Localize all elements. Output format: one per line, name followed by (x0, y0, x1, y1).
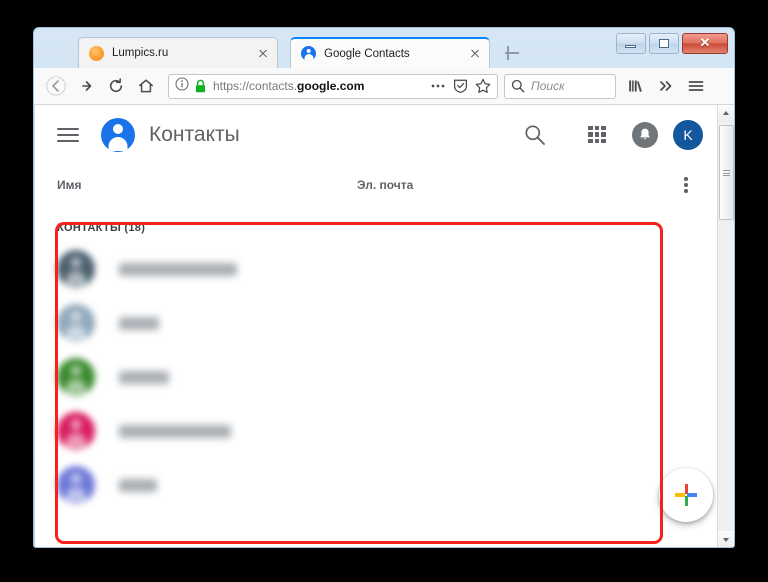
avatar (57, 304, 95, 342)
page-scrollbar[interactable] (717, 105, 734, 547)
column-header-email[interactable]: Эл. почта (357, 178, 677, 192)
avatar (57, 412, 95, 450)
url-bar[interactable]: https://contacts.google.com (168, 73, 498, 99)
browser-menu-button[interactable] (682, 72, 710, 100)
app-header: Контакты K (35, 105, 717, 164)
apps-grid-icon[interactable] (579, 117, 615, 153)
star-icon[interactable] (475, 78, 491, 94)
column-header-name[interactable]: Имя (57, 178, 357, 192)
browser-window: Lumpics.ru Google Contacts ✕ https://con… (33, 27, 735, 548)
contacts-person-icon (101, 117, 135, 152)
contact-list[interactable]: КОНТАКТЫ (18) (35, 206, 717, 547)
page-title: Контакты (149, 122, 240, 146)
contact-row[interactable] (35, 350, 717, 404)
contact-name (119, 424, 231, 438)
avatar (57, 466, 95, 504)
contact-row[interactable] (35, 458, 717, 512)
info-icon[interactable] (175, 76, 189, 96)
scroll-down-icon[interactable] (718, 531, 734, 547)
column-header-row: Имя Эл. почта (35, 164, 717, 206)
browser-tab-google-contacts[interactable]: Google Contacts (290, 37, 490, 68)
close-button[interactable]: ✕ (682, 33, 728, 54)
contact-row[interactable] (35, 242, 717, 296)
overflow-button[interactable] (652, 72, 680, 100)
kebab-menu-icon[interactable] (677, 175, 695, 195)
home-button[interactable] (132, 72, 160, 100)
contact-row[interactable] (35, 296, 717, 350)
new-tab-button[interactable] (501, 42, 523, 64)
ellipsis-icon[interactable] (430, 79, 446, 93)
forward-button[interactable] (72, 72, 100, 100)
reload-button[interactable] (102, 72, 130, 100)
notifications-button[interactable] (627, 117, 663, 153)
google-contacts-person-icon (301, 46, 316, 61)
contact-group-label: КОНТАКТЫ (18) (57, 222, 146, 234)
minimize-button[interactable] (616, 33, 646, 54)
contact-name (119, 316, 159, 330)
close-icon[interactable] (467, 46, 483, 62)
browser-tab-lumpics[interactable]: Lumpics.ru (78, 37, 278, 68)
close-icon: ✕ (699, 35, 711, 50)
orange-circle-icon (89, 45, 104, 61)
tab-title: Lumpics.ru (112, 47, 169, 59)
contact-row[interactable] (35, 404, 717, 458)
screenshot-root: Lumpics.ru Google Contacts ✕ https://con… (0, 0, 768, 582)
scroll-up-icon[interactable] (718, 105, 734, 122)
scrollbar-grip (723, 170, 730, 176)
tab-strip: Lumpics.ru Google Contacts ✕ (34, 28, 734, 68)
avatar (57, 358, 95, 396)
bell-icon (632, 121, 658, 148)
back-button[interactable] (42, 72, 70, 100)
window-controls: ✕ (616, 33, 728, 54)
contact-name (119, 262, 237, 276)
contact-name (119, 370, 169, 384)
library-button[interactable] (622, 72, 650, 100)
google-plus-add-icon (675, 484, 697, 506)
contact-name (119, 478, 157, 492)
page-content: Контакты K Имя Эл. почта КОНТАКТЫ (18) (35, 105, 734, 547)
search-input[interactable]: Поиск (531, 79, 565, 93)
main-menu-button[interactable] (57, 127, 79, 143)
avatar (57, 250, 95, 288)
search-bar[interactable]: Поиск (504, 73, 616, 99)
create-contact-button[interactable] (659, 468, 713, 522)
search-button[interactable] (517, 117, 553, 153)
search-icon (511, 79, 525, 93)
shield-icon[interactable] (453, 78, 468, 94)
avatar[interactable]: K (673, 119, 703, 150)
close-icon[interactable] (255, 45, 271, 61)
scrollbar-thumb[interactable] (719, 125, 734, 220)
apps-grid-dots (588, 125, 606, 144)
navigation-toolbar: https://contacts.google.com Поиск (34, 68, 734, 105)
url-text: https://contacts.google.com (213, 79, 365, 93)
maximize-button[interactable] (649, 33, 679, 54)
padlock-icon (194, 79, 207, 93)
tab-title: Google Contacts (324, 47, 410, 60)
